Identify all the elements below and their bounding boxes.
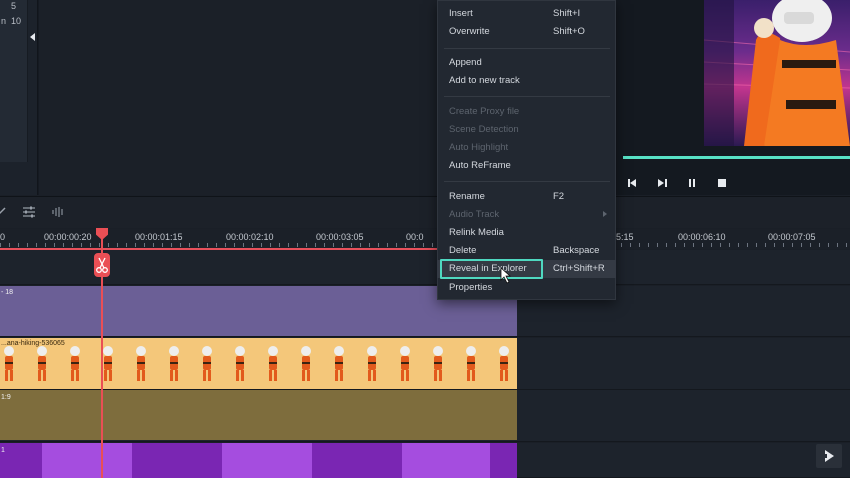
menu-item-label: Overwrite xyxy=(449,26,490,37)
split-icon[interactable] xyxy=(0,205,8,219)
collapse-panel-icon[interactable] xyxy=(30,33,35,41)
ruler-label-7: 00:00:06:10 xyxy=(678,232,726,242)
menu-separator xyxy=(444,48,610,49)
ruler-label-3: 00:00:02:10 xyxy=(226,232,274,242)
scissors-icon[interactable] xyxy=(94,253,110,277)
audio-waveform-icon[interactable] xyxy=(51,205,65,219)
ruler-label-5: 00:0 xyxy=(406,232,424,242)
media-value: 10 xyxy=(11,16,22,26)
clip-label: - 18 xyxy=(1,289,14,296)
menu-item-label: Add to new track xyxy=(449,75,520,86)
clip-thumbnail xyxy=(396,343,414,385)
highlight-annotation xyxy=(440,259,543,279)
clip-thumbnail xyxy=(330,343,348,385)
menu-item-append[interactable]: Append xyxy=(437,54,616,72)
menu-item-label: Properties xyxy=(449,282,493,293)
pause-icon[interactable] xyxy=(685,177,699,189)
preview-video xyxy=(704,0,850,146)
clip-thumbnail xyxy=(297,343,315,385)
ruler-label-0: 0 xyxy=(0,232,6,242)
menu-item-overwrite[interactable]: Overwrite Shift+O xyxy=(437,23,616,41)
play-icon[interactable] xyxy=(655,177,669,189)
clip-thumbnail xyxy=(66,343,84,385)
menu-item-delete[interactable]: Delete Backspace xyxy=(437,242,616,260)
ruler-label-6: 5:15 xyxy=(616,232,634,242)
clip-thumbnail xyxy=(33,343,51,385)
menu-item-shortcut: Shift+I xyxy=(553,8,581,19)
clip-thumbnail xyxy=(264,343,282,385)
menu-item-label: Create Proxy file xyxy=(449,106,520,117)
menu-item-audio-track: Audio Track xyxy=(437,206,616,224)
clip-thumbnail xyxy=(429,343,447,385)
menu-item-rename[interactable]: Rename F2 xyxy=(437,188,616,206)
ruler-label-4: 00:00:03:05 xyxy=(316,232,364,242)
menu-item-create-proxy-file: Create Proxy file xyxy=(437,103,616,121)
menu-item-properties[interactable]: Properties xyxy=(437,279,616,297)
menu-item-shortcut: Shift+O xyxy=(553,26,585,37)
previous-frame-icon[interactable] xyxy=(625,177,639,189)
clip-thumbnail xyxy=(363,343,381,385)
menu-item-label: Auto ReFrame xyxy=(449,160,511,171)
menu-item-label: Relink Media xyxy=(449,227,504,238)
menu-item-shortcut: Ctrl+Shift+R xyxy=(553,263,605,274)
clip-thumbnail xyxy=(132,343,150,385)
clip-thumbnail xyxy=(231,343,249,385)
menu-item-shortcut: F2 xyxy=(553,191,565,202)
clip-thumbnail xyxy=(462,343,480,385)
adjust-icon[interactable] xyxy=(22,205,36,219)
clip-label: 1 xyxy=(1,447,5,454)
clip-thumbnail xyxy=(198,343,216,385)
track-row-marker xyxy=(0,250,850,285)
menu-item-scene-detection: Scene Detection xyxy=(437,121,616,139)
render-preview-button[interactable] xyxy=(816,444,842,468)
menu-separator xyxy=(444,96,610,97)
timeline-clip[interactable]: 1:9 xyxy=(0,390,517,440)
menu-item-label: Delete xyxy=(449,245,477,256)
menu-item-auto-highlight: Auto Highlight xyxy=(437,139,616,157)
timeline-clip[interactable]: 1 xyxy=(0,443,517,478)
menu-separator xyxy=(444,181,610,182)
menu-item-label: Insert xyxy=(449,8,473,19)
menu-item-label: Auto Highlight xyxy=(449,142,509,153)
menu-item-auto-reframe[interactable]: Auto ReFrame xyxy=(437,157,616,175)
mouse-cursor-icon xyxy=(500,267,518,285)
menu-item-insert[interactable]: Insert Shift+I xyxy=(437,5,616,23)
media-count: 5 xyxy=(11,1,17,11)
media-label: n xyxy=(1,16,7,26)
clip-label: 1:9 xyxy=(1,394,11,401)
menu-item-label: Scene Detection xyxy=(449,124,519,135)
menu-item-label: Append xyxy=(449,57,482,68)
menu-item-add-to-new-track[interactable]: Add to new track xyxy=(437,72,616,90)
menu-item-label: Audio Track xyxy=(449,209,500,220)
ruler-label-8: 00:00:07:05 xyxy=(768,232,816,242)
clip-thumbnail xyxy=(0,343,18,385)
menu-item-relink-media[interactable]: Relink Media xyxy=(437,224,616,242)
submenu-arrow-icon xyxy=(603,211,607,217)
menu-item-shortcut: Backspace xyxy=(553,245,600,256)
playback-progress[interactable] xyxy=(623,156,850,159)
ruler-label-2: 00:00:01:15 xyxy=(135,232,183,242)
effects-panel xyxy=(39,0,437,195)
menu-item-label: Rename xyxy=(449,191,485,202)
clip-thumbnail xyxy=(165,343,183,385)
ruler-label-1: 00:00:00:20 xyxy=(44,232,92,242)
clip-thumbnail xyxy=(495,343,513,385)
stop-icon[interactable] xyxy=(715,177,729,189)
timeline-toolbar xyxy=(0,196,850,228)
